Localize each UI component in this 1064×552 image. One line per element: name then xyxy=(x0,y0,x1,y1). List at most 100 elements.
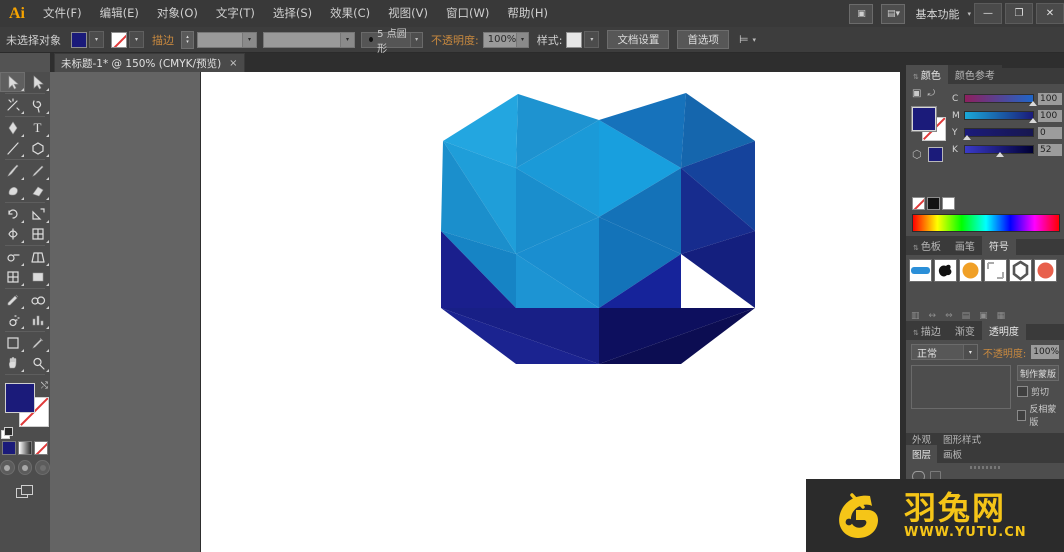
tab-渐变[interactable]: 渐变 xyxy=(947,321,982,340)
pencil-tool[interactable] xyxy=(25,161,50,181)
stroke-swatch[interactable] xyxy=(111,31,127,48)
direct-selection-tool[interactable] xyxy=(25,72,50,92)
artboard-tool[interactable] xyxy=(0,333,25,353)
shape-tool[interactable] xyxy=(25,138,50,158)
transparency-opacity-value[interactable]: 100% xyxy=(1031,345,1059,359)
blend-tool[interactable] xyxy=(25,290,50,310)
slider-value[interactable]: 0 xyxy=(1038,126,1062,139)
mesh-tool[interactable] xyxy=(0,267,25,287)
arrange-documents-icon[interactable]: ▤▾ xyxy=(881,3,906,24)
stroke-profile-chevron-down-icon[interactable]: ▾ xyxy=(340,32,354,47)
draw-normal-button[interactable] xyxy=(0,460,15,475)
workspace-chevron-down-icon[interactable]: ▾ xyxy=(967,10,971,18)
slider-track[interactable] xyxy=(963,128,1034,140)
symbol-libraries-icon[interactable]: ▥ xyxy=(911,311,920,321)
shape-builder-tool[interactable] xyxy=(0,247,25,267)
menu-item-4[interactable]: 选择(S) xyxy=(264,0,321,27)
brush-definition-combo[interactable]: 5 点圆形 ▾ xyxy=(361,29,423,55)
toolbar-fill-swatch[interactable] xyxy=(5,383,35,413)
symbol-orange-sphere[interactable] xyxy=(959,259,982,282)
slice-tool[interactable] xyxy=(25,333,50,353)
menu-item-6[interactable]: 视图(V) xyxy=(379,0,437,27)
color-current-swatch[interactable] xyxy=(927,147,943,162)
symbol-gradient-bar[interactable] xyxy=(909,259,932,282)
symbol-splatter[interactable] xyxy=(934,259,957,282)
screen-mode-button[interactable] xyxy=(0,485,50,499)
stroke-weight-combo[interactable]: ▾ xyxy=(197,31,257,48)
perspective-grid-tool[interactable] xyxy=(25,247,50,267)
symbol-sprayer-tool[interactable] xyxy=(0,310,25,330)
document-tab[interactable]: 未标题-1* @ 150% (CMYK/预览) × xyxy=(54,53,245,72)
slider-track[interactable] xyxy=(964,145,1034,157)
clip-checkbox-row[interactable]: 剪切 xyxy=(1017,385,1059,398)
column-graph-tool[interactable] xyxy=(25,310,50,330)
fill-chevron-down-icon[interactable]: ▾ xyxy=(89,31,104,48)
swatch-none[interactable] xyxy=(912,197,925,210)
brush-chevron-down-icon[interactable]: ▾ xyxy=(410,32,422,47)
icosahedron-illustration[interactable] xyxy=(201,72,907,552)
menu-item-3[interactable]: 文字(T) xyxy=(207,0,264,27)
slider-Y[interactable]: Y0 xyxy=(952,124,1062,141)
type-tool[interactable]: T xyxy=(25,118,50,138)
style-swatch[interactable] xyxy=(566,31,583,48)
width-tool[interactable] xyxy=(0,224,25,244)
maximize-button[interactable]: ❐ xyxy=(1005,3,1033,24)
panel-grip[interactable] xyxy=(970,466,1000,469)
blob-brush-tool[interactable] xyxy=(0,181,25,201)
pen-tool[interactable] xyxy=(0,118,25,138)
paintbrush-tool[interactable] xyxy=(0,161,25,181)
document-canvas-area[interactable] xyxy=(50,72,907,552)
tab-符号[interactable]: 符号 xyxy=(981,236,1016,255)
link-icon[interactable]: ↔ xyxy=(929,311,937,321)
stroke-control[interactable]: ▾ xyxy=(111,31,144,48)
blend-mode-select[interactable]: 正常 ▾ xyxy=(911,344,978,360)
delete-symbol-icon[interactable]: ▦ xyxy=(997,311,1006,321)
artboard[interactable] xyxy=(200,72,907,552)
free-transform-tool[interactable] xyxy=(25,224,50,244)
selection-tool[interactable] xyxy=(0,72,25,92)
color-fill-stroke[interactable] xyxy=(912,107,946,141)
gradient-mode-button[interactable] xyxy=(18,441,32,455)
invert-mask-checkbox[interactable] xyxy=(1017,409,1027,421)
gradient-tool[interactable] xyxy=(25,267,50,287)
color-mixer-icon[interactable]: ▣ xyxy=(912,88,921,99)
tab-色板[interactable]: ⇅ 色板 xyxy=(906,236,948,255)
close-icon[interactable]: × xyxy=(229,58,237,69)
slider-value[interactable]: 52 xyxy=(1038,143,1062,156)
rotate-tool[interactable] xyxy=(0,204,25,224)
style-control[interactable]: ▾ xyxy=(566,31,600,48)
hand-tool[interactable] xyxy=(0,353,25,373)
close-button[interactable]: ✕ xyxy=(1036,3,1064,24)
stroke-weight-stepper[interactable]: ▴ ▾ xyxy=(181,30,194,49)
color-cube-icon[interactable]: ⬡ xyxy=(912,148,922,161)
symbol-corner-frame[interactable] xyxy=(984,259,1007,282)
align-icon[interactable]: ⊨ ▾ xyxy=(739,33,756,46)
fill-swatch[interactable] xyxy=(71,31,87,48)
tab-透明度[interactable]: 透明度 xyxy=(981,321,1026,340)
stroke-chevron-down-icon[interactable]: ▾ xyxy=(129,31,144,48)
slider-value[interactable]: 100 xyxy=(1038,92,1062,105)
eyedropper-tool[interactable] xyxy=(0,290,25,310)
stroke-weight-chevron-down-icon[interactable]: ▾ xyxy=(242,32,256,47)
transparency-thumbnail[interactable] xyxy=(911,365,1011,409)
slider-track[interactable] xyxy=(964,94,1037,106)
draw-inside-button[interactable] xyxy=(35,460,51,475)
menu-item-5[interactable]: 效果(C) xyxy=(321,0,379,27)
line-segment-tool[interactable] xyxy=(0,138,25,158)
slider-M[interactable]: M 100 xyxy=(952,107,1062,124)
opacity-chevron-down-icon[interactable]: ▾ xyxy=(516,32,528,47)
none-mode-button[interactable] xyxy=(34,441,48,455)
bridge-icon[interactable]: ▣ xyxy=(849,3,874,24)
tab-画笔[interactable]: 画笔 xyxy=(947,236,982,255)
tab-描边[interactable]: ⇅ 描边 xyxy=(906,321,948,340)
menu-item-1[interactable]: 编辑(E) xyxy=(91,0,148,27)
eraser-tool[interactable] xyxy=(25,181,50,201)
fill-control[interactable]: ▾ xyxy=(71,31,104,48)
menu-item-0[interactable]: 文件(F) xyxy=(34,0,91,27)
menu-item-8[interactable]: 帮助(H) xyxy=(498,0,557,27)
lasso-tool[interactable] xyxy=(25,95,50,115)
zoom-tool[interactable] xyxy=(25,353,50,373)
make-mask-button[interactable]: 制作蒙版 xyxy=(1017,365,1059,381)
document-setup-button[interactable]: 文档设置 xyxy=(607,30,670,49)
style-chevron-down-icon[interactable]: ▾ xyxy=(584,31,600,48)
